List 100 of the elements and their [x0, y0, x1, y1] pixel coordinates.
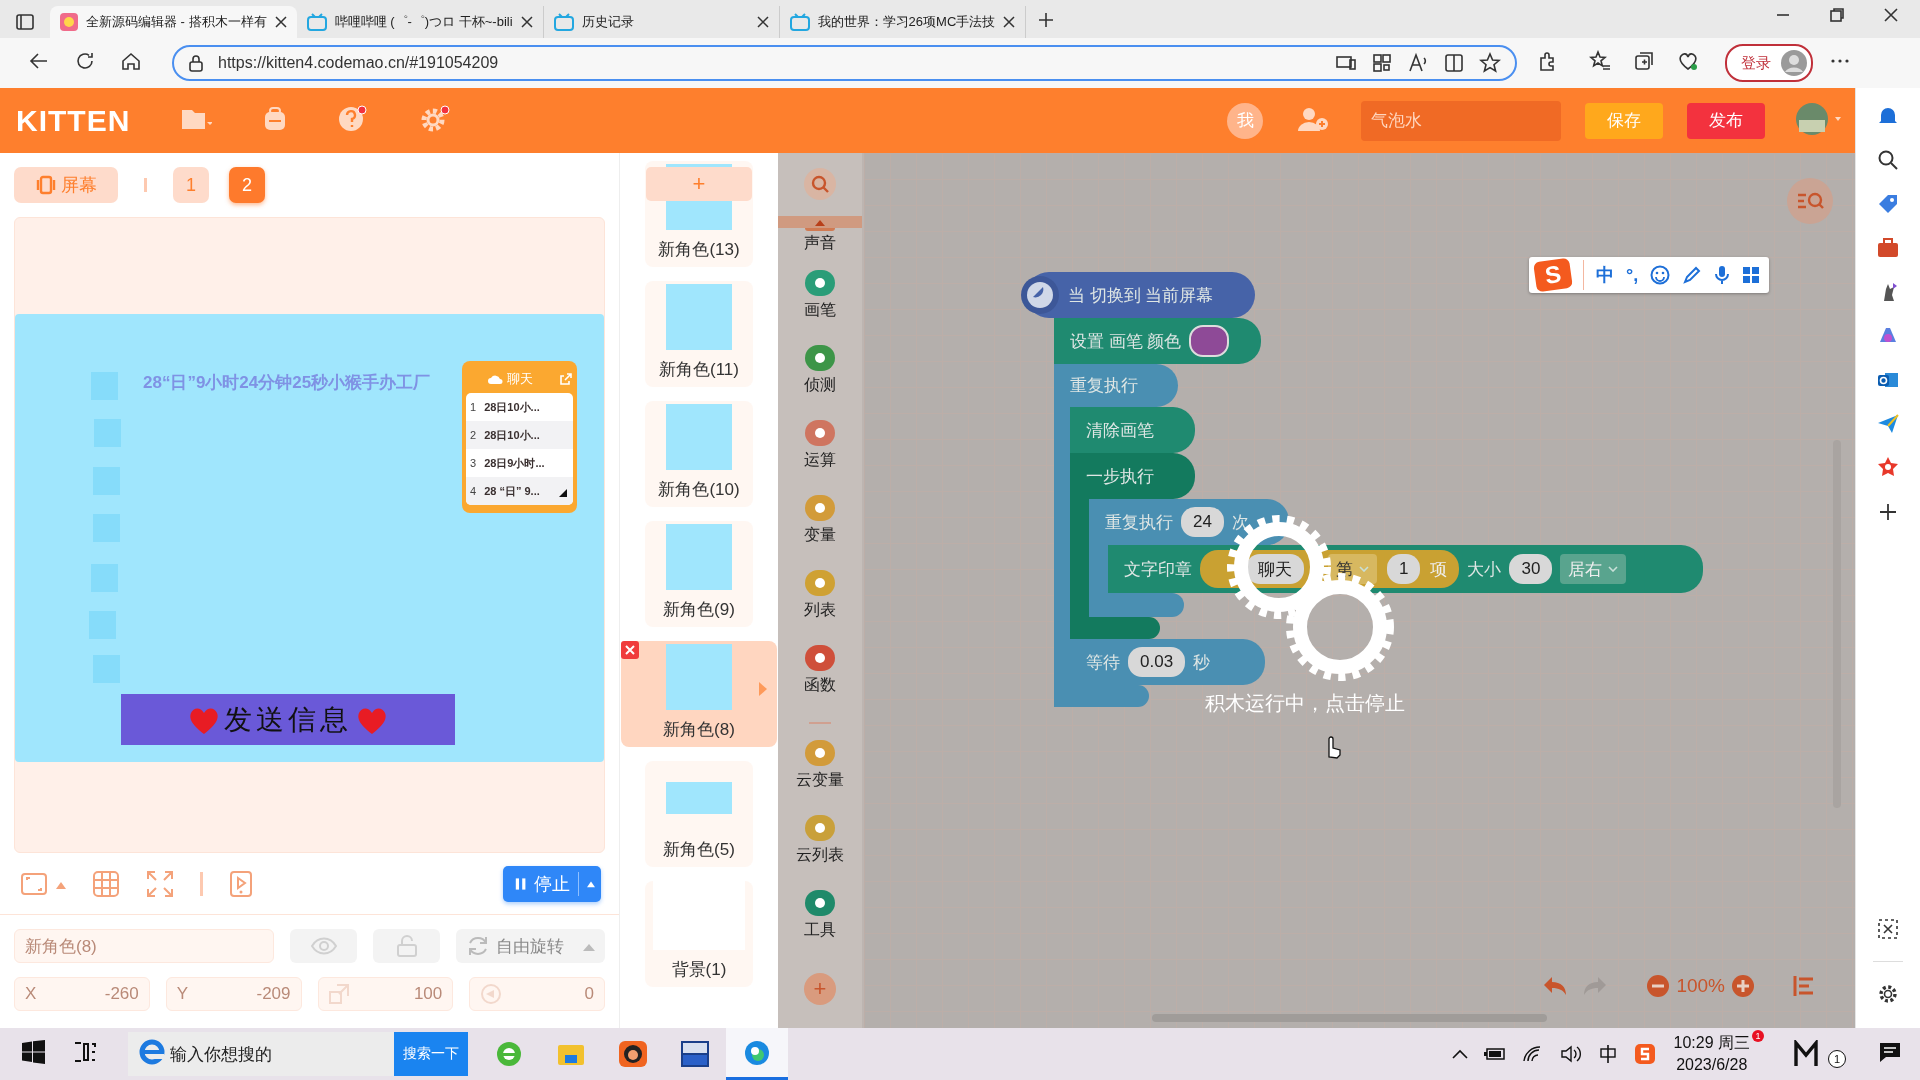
clock-date: 2023/6/28 [1676, 1055, 1748, 1075]
wait-block[interactable]: 等待 0.03 秒 [1070, 639, 1265, 685]
block-label: 重复执行 [1105, 511, 1173, 534]
category-item[interactable]: 变量 [804, 483, 836, 558]
block-label: 一步执行 [1086, 465, 1154, 488]
dev-cpp-icon[interactable] [680, 1040, 710, 1068]
stop-button[interactable]: 停止 [503, 865, 601, 902]
category-item[interactable]: 侦测 [804, 333, 836, 408]
resize-handle-icon[interactable] [559, 489, 567, 497]
heart-pulse-icon[interactable] [1677, 50, 1699, 72]
smiley-icon[interactable] [1650, 265, 1671, 285]
sprite-card[interactable]: 新角色(9) [645, 521, 753, 627]
grid-char-icon[interactable] [1597, 1044, 1618, 1064]
pen-icon[interactable] [1682, 265, 1703, 285]
category-item[interactable]: 列表 [804, 558, 836, 633]
home-icon[interactable] [120, 50, 142, 72]
volume-icon[interactable] [1559, 1045, 1582, 1063]
chevron-up-icon[interactable] [1451, 1049, 1468, 1059]
star-icon[interactable] [1479, 52, 1501, 74]
category-label: 画笔 [804, 300, 836, 320]
address-bar[interactable]: https://kitten4.codemao.cn/#191054209 [172, 45, 1517, 81]
square-sprite [94, 419, 121, 447]
zoom-level: 100% [1676, 975, 1725, 997]
gear-icon[interactable] [420, 104, 453, 133]
ie-icon [138, 1038, 166, 1066]
direction-icon [480, 983, 503, 1005]
number-input[interactable]: 30 [1509, 554, 1553, 584]
ime-mode[interactable]: 中 [1596, 263, 1614, 287]
windows-icon[interactable] [20, 1038, 46, 1066]
sprite-card[interactable]: 新角色(11) [645, 281, 753, 387]
sprite-name: 新角色(5) [663, 839, 735, 861]
refresh-icon[interactable] [74, 50, 96, 72]
category-label: 变量 [804, 525, 836, 545]
category-item[interactable]: 函数 [804, 633, 836, 708]
publish-button[interactable]: 发布 [1687, 102, 1765, 139]
taskbar-search-field[interactable]: 输入你想搜的 搜索一下 [128, 1032, 468, 1076]
sprite-name: 新角色(11) [659, 359, 739, 381]
number-input[interactable]: 24 [1181, 507, 1224, 537]
delete-icon[interactable] [621, 641, 639, 659]
monkey-icon[interactable] [618, 1040, 648, 1068]
browser-tab[interactable]: 哔哩哔哩 (゜-゜)つロ 干杯~-bili [296, 6, 544, 38]
category-item[interactable]: 工具 [804, 878, 836, 953]
list-title: 聊天 [507, 370, 533, 388]
list-row: 4 28 “日” 9... [466, 477, 573, 505]
close-icon[interactable] [274, 16, 287, 28]
category-item[interactable]: 云变量 [796, 728, 844, 803]
category-item[interactable]: 画笔 [804, 258, 836, 333]
screenshot-icon[interactable] [1876, 917, 1900, 941]
settings-icon[interactable] [1876, 982, 1900, 1006]
grid-icon[interactable] [1742, 266, 1761, 284]
restore-icon[interactable] [1830, 8, 1844, 22]
notifications-icon[interactable] [1878, 1040, 1902, 1064]
login-button[interactable]: 登录 [1725, 44, 1813, 82]
sprite-card[interactable]: 新角色(5) [645, 761, 753, 867]
microphone-icon[interactable] [1714, 265, 1731, 285]
clock[interactable]: 10:29 周三 2023/6/28 1 [1671, 1032, 1764, 1076]
pause-icon [515, 875, 527, 892]
list-name-input[interactable]: 聊天 [1246, 554, 1304, 584]
close-icon[interactable] [756, 16, 769, 28]
browser-tab[interactable]: 全新源码编辑器 - 搭积木一样有 [50, 6, 297, 38]
block-label: 清除画笔 [1086, 419, 1154, 442]
category-item[interactable]: 云列表 [796, 803, 844, 878]
battery-icon[interactable] [1483, 1047, 1506, 1061]
tv-icon [306, 13, 327, 31]
satellite-dish-icon [1020, 275, 1060, 315]
close-icon[interactable] [1884, 8, 1898, 22]
sprite-name: 新角色(13) [658, 239, 740, 261]
block-search-button[interactable] [804, 168, 836, 200]
briefcase-icon[interactable] [1876, 236, 1900, 260]
sprite-card[interactable]: 背景(1) [645, 881, 753, 987]
horizontal-scrollbar[interactable] [1152, 1014, 1547, 1022]
category-label: 侦测 [804, 375, 836, 395]
zoom-out-icon[interactable] [1646, 974, 1671, 998]
search-button[interactable]: 搜索一下 [394, 1032, 468, 1076]
color-swatch[interactable] [1189, 325, 1230, 357]
close-icon[interactable] [520, 16, 533, 28]
block-label: 文字印章 [1124, 558, 1192, 581]
sprite-card[interactable]: 新角色(8) [621, 641, 777, 747]
number-input[interactable]: 0.03 [1128, 647, 1186, 677]
category-item[interactable]: 运算 [804, 408, 836, 483]
zoom-in-icon[interactable] [1731, 974, 1755, 998]
browser-e-icon[interactable] [495, 1040, 523, 1068]
block-label: 设置 画笔 颜色 [1070, 330, 1182, 353]
sprite-card[interactable]: 新角色(10) [645, 401, 753, 507]
punctuation-toggle[interactable]: °, [1626, 264, 1639, 286]
sogou-icon[interactable] [1633, 1043, 1656, 1065]
gear-icon [1227, 515, 1331, 619]
qr-icon[interactable] [1371, 52, 1393, 74]
search-icon[interactable] [1876, 148, 1900, 172]
number-input[interactable]: 1 [1387, 554, 1421, 584]
close-icon[interactable] [1003, 16, 1016, 28]
browser-tab[interactable]: 我的世界：学习26项MC手法技 [779, 6, 1027, 38]
split-screen-icon[interactable] [1443, 52, 1465, 74]
favorites-icon[interactable] [1589, 50, 1611, 72]
read-aloud-icon[interactable] [1407, 52, 1429, 74]
list-row-text: 1 28日10小... [469, 399, 541, 415]
browser-tab[interactable]: 历史记录 [543, 6, 780, 38]
edge-icon[interactable] [742, 1038, 772, 1067]
new-tab-icon[interactable] [1038, 12, 1055, 28]
collections-icon[interactable] [1633, 50, 1655, 72]
